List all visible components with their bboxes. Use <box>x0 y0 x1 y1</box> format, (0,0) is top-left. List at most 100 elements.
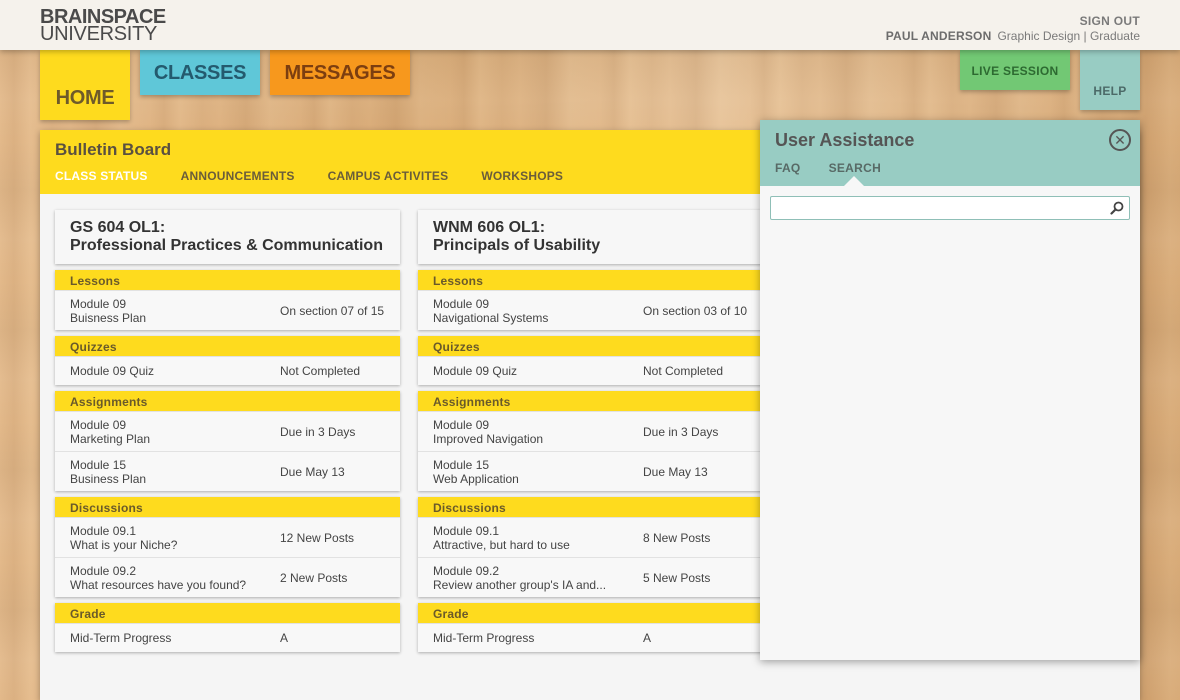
user-assistance-title: User Assistance <box>775 130 915 150</box>
help-button[interactable]: HELP <box>1080 50 1140 110</box>
item-status: Due May 13 <box>643 464 708 479</box>
item-status: On section 07 of 15 <box>280 303 385 318</box>
list-item[interactable]: Module 09.1 What is your Niche? 12 New Po… <box>55 517 400 557</box>
user-name: PAUL ANDERSON <box>885 29 992 43</box>
item-title: Mid-Term Progress <box>433 631 535 645</box>
item-title: Module 09 <box>70 417 127 432</box>
nav-tab-classes[interactable]: CLASSES <box>140 50 260 95</box>
tab-class-status[interactable]: CLASS STATUS <box>55 169 148 183</box>
section-header: Lessons <box>55 270 400 290</box>
section-header: Assignments <box>55 391 400 411</box>
list-item[interactable]: Module 09 Buisness Plan On section 07 of … <box>55 290 400 330</box>
quizzes-section: Quizzes Module 09 Quiz Not Completed <box>418 336 763 385</box>
list-item[interactable]: Mid-Term Progress A <box>55 623 400 652</box>
class-code: WNM 606 OL1: <box>433 219 546 236</box>
nav-tab-messages[interactable]: MESSAGES <box>270 50 410 95</box>
list-item[interactable]: Module 09.2 What resources have you found… <box>55 557 400 597</box>
class-code: GS 604 OL1: <box>70 219 166 236</box>
class-card[interactable]: WNM 606 OL1: Principals of Usability <box>418 210 763 264</box>
nav-tab-home[interactable]: HOME <box>40 50 130 120</box>
user-assistance-tabs: FAQ SEARCH <box>775 161 909 175</box>
list-item[interactable]: Mid-Term Progress A <box>418 623 763 652</box>
section-header: Lessons <box>418 270 763 290</box>
tab-workshops[interactable]: WORKSHOPS <box>481 169 563 183</box>
tab-announcements[interactable]: ANNOUNCEMENTS <box>181 169 295 183</box>
university-logo[interactable]: BRAINSPACE UNIVERSITY <box>40 7 166 45</box>
item-status: Due May 13 <box>280 464 345 479</box>
tab-faq[interactable]: FAQ <box>775 161 801 175</box>
item-subtitle: Marketing Plan <box>70 431 151 446</box>
item-title: Mid-Term Progress <box>70 631 172 645</box>
item-subtitle: Navigational Systems <box>433 310 549 325</box>
item-subtitle: Attractive, but hard to use <box>433 537 570 552</box>
user-program: Graphic Design | Graduate <box>997 29 1140 43</box>
section-header: Quizzes <box>418 336 763 356</box>
item-status: On section 03 of 10 <box>643 303 748 318</box>
bulletin-board-title: Bulletin Board <box>55 140 172 159</box>
list-item[interactable]: Module 09 Marketing Plan Due in 3 Days <box>55 411 400 451</box>
class-card[interactable]: GS 604 OL1: Professional Practices & Com… <box>55 210 400 264</box>
user-assistance-panel: User Assistance ✕ FAQ SEARCH <box>760 120 1140 660</box>
tab-search[interactable]: SEARCH <box>829 161 881 175</box>
item-title: Module 09 <box>70 296 127 311</box>
item-title: Module 15 <box>70 457 127 472</box>
section-header: Quizzes <box>55 336 400 356</box>
class-name: Principals of Usability <box>433 237 601 254</box>
bulletin-board-tabs: CLASS STATUS ANNOUNCEMENTS CAMPUS ACTIVI… <box>55 169 596 183</box>
list-item[interactable]: Module 15 Business Plan Due May 13 <box>55 451 400 491</box>
item-status: A <box>280 631 289 645</box>
item-title: Module 09.1 <box>433 523 500 538</box>
item-subtitle: What resources have you found? <box>70 577 247 592</box>
section-header: Discussions <box>55 497 400 517</box>
grade-section: Grade Mid-Term Progress A <box>418 603 763 652</box>
search-input[interactable] <box>771 197 1101 219</box>
item-status: Due in 3 Days <box>643 424 719 439</box>
item-subtitle: Web Application <box>433 471 519 486</box>
item-title: Module 09.2 <box>70 563 137 578</box>
list-item[interactable]: Module 09 Quiz Not Completed <box>418 356 763 385</box>
assignments-section: Assignments Module 09 Improved Navigation… <box>418 391 763 491</box>
section-header: Grade <box>418 603 763 623</box>
class-column-gs604: GS 604 OL1: Professional Practices & Com… <box>55 210 400 652</box>
logo-line-2: UNIVERSITY <box>40 23 158 45</box>
class-name: Professional Practices & Communication <box>70 237 383 254</box>
item-status: Due in 3 Days <box>280 424 356 439</box>
discussions-section: Discussions Module 09.1 What is your Nich… <box>55 497 400 597</box>
sign-out-link[interactable]: SIGN OUT <box>1080 14 1140 28</box>
search-icon[interactable] <box>1110 201 1124 215</box>
list-item[interactable]: Module 09.1 Attractive, but hard to use 8… <box>418 517 763 557</box>
close-icon[interactable]: ✕ <box>1109 129 1131 151</box>
grade-section: Grade Mid-Term Progress A <box>55 603 400 652</box>
item-status: 8 New Posts <box>643 530 711 545</box>
section-header: Assignments <box>418 391 763 411</box>
item-title: Module 09 Quiz <box>70 364 155 378</box>
section-header: Discussions <box>418 497 763 517</box>
item-status: Not Completed <box>280 364 361 378</box>
list-item[interactable]: Module 15 Web Application Due May 13 <box>418 451 763 491</box>
list-item[interactable]: Module 09 Navigational Systems On section… <box>418 290 763 330</box>
item-title: Module 15 <box>433 457 490 472</box>
item-subtitle: Business Plan <box>70 471 147 486</box>
search-field[interactable] <box>770 196 1130 220</box>
item-subtitle: Improved Navigation <box>433 431 544 446</box>
item-title: Module 09 <box>433 417 490 432</box>
list-item[interactable]: Module 09 Improved Navigation Due in 3 Da… <box>418 411 763 451</box>
item-status: A <box>643 631 652 645</box>
item-title: Module 09 Quiz <box>433 364 518 378</box>
item-status: 5 New Posts <box>643 570 711 585</box>
item-status: 12 New Posts <box>280 530 355 545</box>
live-session-button[interactable]: LIVE SESSION <box>960 50 1070 90</box>
item-subtitle: Review another group's IA and... <box>433 577 607 592</box>
tab-campus-activities[interactable]: CAMPUS ACTIVITES <box>328 169 449 183</box>
item-title: Module 09 <box>433 296 490 311</box>
lessons-section: Lessons Module 09 Buisness Plan On sectio… <box>55 270 400 330</box>
discussions-section: Discussions Module 09.1 Attractive, but h… <box>418 497 763 597</box>
user-assistance-header: User Assistance ✕ FAQ SEARCH <box>760 120 1140 186</box>
lessons-section: Lessons Module 09 Navigational Systems On… <box>418 270 763 330</box>
user-info: PAUL ANDERSON Graphic Design | Graduate <box>886 29 1140 43</box>
item-title: Module 09.1 <box>70 523 137 538</box>
list-item[interactable]: Module 09.2 Review another group's IA and… <box>418 557 763 597</box>
list-item[interactable]: Module 09 Quiz Not Completed <box>55 356 400 385</box>
active-tab-indicator <box>844 176 864 186</box>
quizzes-section: Quizzes Module 09 Quiz Not Completed <box>55 336 400 385</box>
